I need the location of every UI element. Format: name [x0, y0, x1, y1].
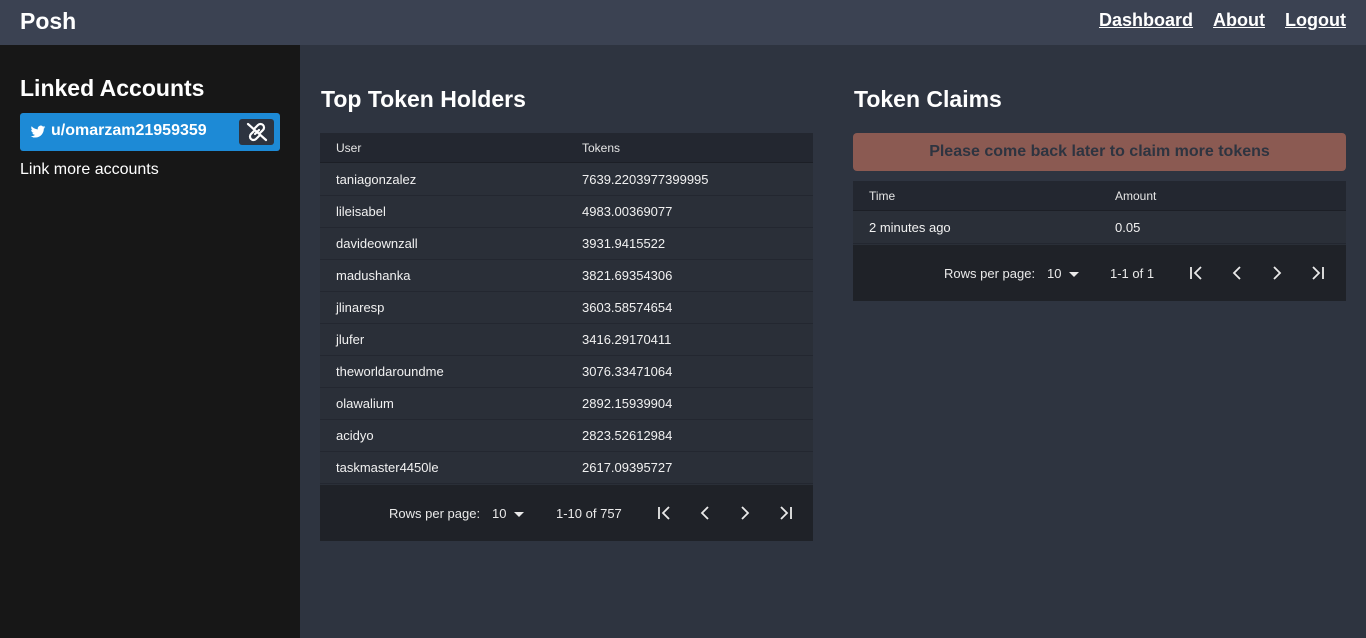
- cell-user: jlufer: [336, 332, 365, 347]
- cell-user: acidyo: [336, 428, 374, 443]
- table-row: taniagonzalez 7639.2203977399995: [320, 164, 813, 196]
- column-header-tokens[interactable]: Tokens: [582, 141, 620, 155]
- table-row: olawalium 2892.15939904: [320, 388, 813, 420]
- rows-per-page-select[interactable]: 10: [1045, 259, 1085, 287]
- linked-accounts-title: Linked Accounts: [20, 75, 205, 101]
- table-row: theworldaroundme 3076.33471064: [320, 356, 813, 388]
- cell-tokens: 2823.52612984: [582, 428, 673, 443]
- table-pagination: Rows per page: 10 1-10 of 757: [320, 485, 813, 541]
- pagination-range: 1-1 of 1: [1110, 266, 1155, 281]
- last-page-button[interactable]: [1307, 263, 1327, 283]
- cell-tokens: 3931.9415522: [582, 236, 666, 251]
- token-claims-table: Time Amount 2 minutes ago 0.05 Rows per …: [853, 181, 1346, 301]
- cell-user: jlinaresp: [336, 300, 385, 315]
- brand-logo[interactable]: Posh: [20, 8, 76, 35]
- first-page-button[interactable]: [1187, 263, 1207, 283]
- prev-page-icon: [700, 506, 709, 520]
- linked-account-name: u/omarzam21959359: [51, 122, 207, 139]
- first-page-button[interactable]: [655, 503, 675, 523]
- cell-tokens: 7639.2203977399995: [582, 172, 709, 187]
- cell-user: lileisabel: [336, 204, 386, 219]
- table-header: Time Amount: [853, 181, 1346, 211]
- last-page-button[interactable]: [775, 503, 795, 523]
- cell-tokens: 3416.29170411: [582, 332, 672, 347]
- table-row: jlufer 3416.29170411: [320, 324, 813, 356]
- unlink-account-button[interactable]: [239, 119, 274, 145]
- nav-dashboard-link[interactable]: Dashboard: [1099, 10, 1193, 31]
- cell-user: taniagonzalez: [336, 172, 417, 187]
- table-row: jlinaresp 3603.58574654: [320, 292, 813, 324]
- first-page-icon: [658, 506, 670, 520]
- prev-page-button[interactable]: [695, 503, 715, 523]
- last-page-icon: [780, 506, 792, 520]
- next-page-icon: [1273, 266, 1282, 280]
- link-more-accounts[interactable]: Link more accounts: [20, 161, 159, 179]
- unlink-icon: [246, 122, 268, 142]
- top-navbar: Posh Dashboard About Logout: [0, 0, 1366, 45]
- pagination-range: 1-10 of 757: [556, 506, 622, 521]
- cell-tokens: 4983.00369077: [582, 204, 673, 219]
- cell-user: olawalium: [336, 396, 394, 411]
- caret-down-icon: [514, 512, 524, 517]
- cell-amount: 0.05: [1115, 220, 1141, 235]
- rows-per-page-label: Rows per page:: [944, 266, 1036, 281]
- cell-user: taskmaster4450le: [336, 460, 439, 475]
- next-page-button[interactable]: [735, 503, 755, 523]
- twitter-icon: [30, 125, 46, 138]
- rows-per-page-value: 10: [1047, 266, 1062, 281]
- caret-down-icon: [1069, 272, 1079, 277]
- cell-tokens: 2617.09395727: [582, 460, 673, 475]
- first-page-icon: [1190, 266, 1202, 280]
- rows-per-page-label: Rows per page:: [389, 506, 481, 521]
- column-header-user[interactable]: User: [336, 141, 361, 155]
- token-holders-table: User Tokens taniagonzalez 7639.220397739…: [320, 133, 813, 541]
- table-row: madushanka 3821.69354306: [320, 260, 813, 292]
- last-page-icon: [1312, 266, 1324, 280]
- cell-tokens: 3076.33471064: [582, 364, 673, 379]
- cell-tokens: 2892.15939904: [582, 396, 673, 411]
- nav-links: Dashboard About Logout: [1099, 10, 1346, 31]
- column-header-amount[interactable]: Amount: [1115, 189, 1156, 203]
- table-header: User Tokens: [320, 133, 813, 163]
- next-page-icon: [741, 506, 750, 520]
- table-row: 2 minutes ago 0.05: [853, 212, 1346, 244]
- linked-account-twitter[interactable]: u/omarzam21959359: [20, 113, 280, 151]
- sidebar: Linked Accounts u/omarzam21959359 Link m…: [0, 45, 300, 638]
- rows-per-page-select[interactable]: 10: [490, 499, 530, 527]
- claim-banner-text: Please come back later to claim more tok…: [929, 143, 1270, 160]
- table-row: lileisabel 4983.00369077: [320, 196, 813, 228]
- cell-time: 2 minutes ago: [869, 220, 951, 235]
- table-pagination: Rows per page: 10 1-1 of 1: [853, 245, 1346, 301]
- table-row: acidyo 2823.52612984: [320, 420, 813, 452]
- table-row: davideownzall 3931.9415522: [320, 228, 813, 260]
- cell-tokens: 3603.58574654: [582, 300, 673, 315]
- token-claims-title: Token Claims: [854, 86, 1002, 112]
- table-row: taskmaster4450le 2617.09395727: [320, 452, 813, 484]
- prev-page-icon: [1232, 266, 1241, 280]
- cell-user: madushanka: [336, 268, 411, 283]
- column-header-time[interactable]: Time: [869, 189, 895, 203]
- rows-per-page-value: 10: [492, 506, 507, 521]
- cell-user: theworldaroundme: [336, 364, 444, 379]
- next-page-button[interactable]: [1267, 263, 1287, 283]
- claim-tokens-button[interactable]: Please come back later to claim more tok…: [853, 133, 1346, 171]
- nav-about-link[interactable]: About: [1213, 10, 1265, 31]
- prev-page-button[interactable]: [1227, 263, 1247, 283]
- cell-tokens: 3821.69354306: [582, 268, 673, 283]
- cell-user: davideownzall: [336, 236, 418, 251]
- top-token-holders-title: Top Token Holders: [321, 86, 526, 112]
- nav-logout-link[interactable]: Logout: [1285, 10, 1346, 31]
